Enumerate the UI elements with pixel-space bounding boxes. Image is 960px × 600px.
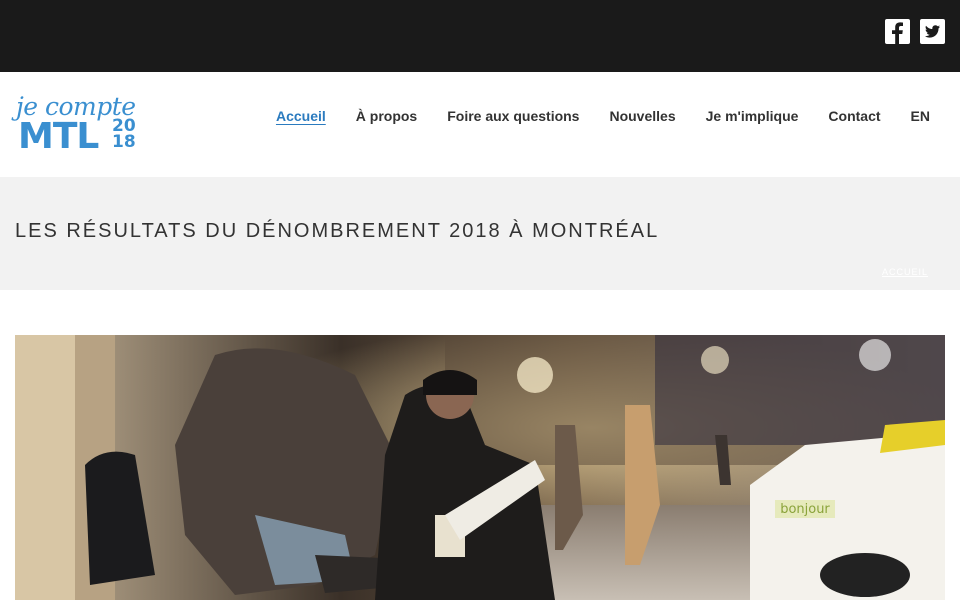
- logo-year-bottom: 18: [112, 132, 136, 152]
- facebook-link[interactable]: [885, 19, 910, 44]
- nav-item-accueil[interactable]: Accueil: [276, 108, 326, 124]
- nav-item-je-m-implique[interactable]: Je m'implique: [706, 108, 799, 124]
- twitter-link[interactable]: [920, 19, 945, 44]
- nav-item-a-propos[interactable]: À propos: [356, 108, 417, 124]
- main-nav: Accueil À propos Foire aux questions Nou…: [276, 108, 930, 124]
- page-title: LES RÉSULTATS DU DÉNOMBREMENT 2018 À MON…: [15, 220, 660, 242]
- breadcrumb[interactable]: ACCUEIL: [882, 267, 928, 277]
- logo-mtl: MTL: [18, 116, 99, 157]
- nav-item-nouvelles[interactable]: Nouvelles: [609, 108, 675, 124]
- site-logo[interactable]: je compte MTL 20 18: [16, 92, 148, 157]
- site-header: je compte MTL 20 18 Accueil À propos Foi…: [0, 72, 960, 177]
- twitter-icon: [925, 25, 940, 38]
- hero-image: bonjour: [15, 335, 945, 600]
- nav-item-faq[interactable]: Foire aux questions: [447, 108, 579, 124]
- language-switch-en[interactable]: EN: [911, 108, 930, 124]
- hero-photo: bonjour: [15, 335, 945, 600]
- social-links: [885, 19, 945, 44]
- logo-year: 20 18: [112, 118, 136, 152]
- taxi-sign: bonjour: [780, 502, 830, 517]
- top-bar: [0, 0, 960, 72]
- facebook-icon: [892, 22, 903, 44]
- page-title-bar: LES RÉSULTATS DU DÉNOMBREMENT 2018 À MON…: [0, 177, 960, 290]
- nav-item-contact[interactable]: Contact: [828, 108, 880, 124]
